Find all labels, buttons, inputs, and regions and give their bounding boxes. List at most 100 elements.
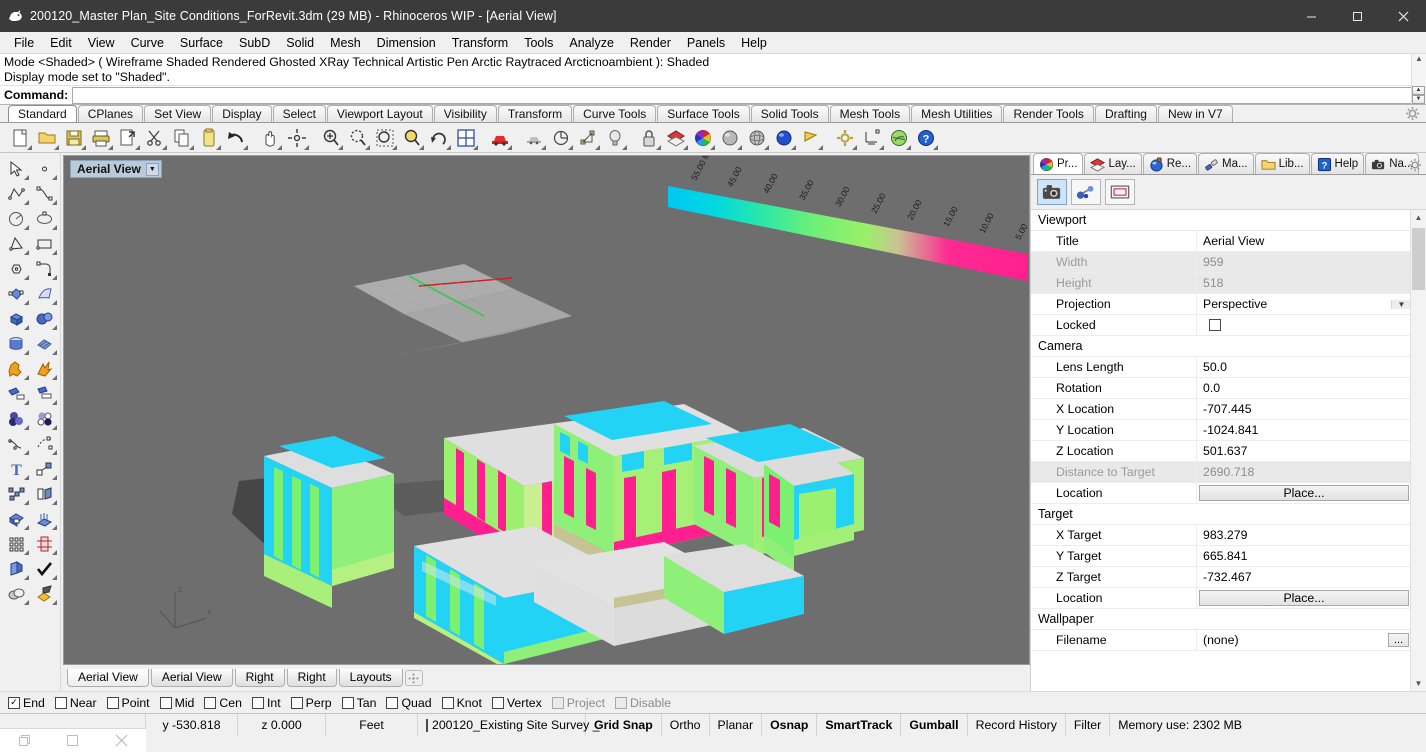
property-value[interactable]: 50.0: [1197, 357, 1411, 377]
options-gear-icon[interactable]: [831, 125, 858, 151]
extrude-icon[interactable]: [30, 481, 58, 506]
menu-item-render[interactable]: Render: [622, 34, 679, 52]
pan-icon[interactable]: [256, 125, 283, 151]
menu-item-transform[interactable]: Transform: [444, 34, 517, 52]
maximize-button[interactable]: [1334, 0, 1380, 32]
panel-tab-help[interactable]: ?Help: [1311, 153, 1365, 174]
boolean-union-icon[interactable]: [2, 356, 30, 381]
osnap-vertex[interactable]: Vertex: [492, 696, 542, 710]
polyline-icon[interactable]: [2, 181, 30, 206]
toolbar-tab-mesh-tools[interactable]: Mesh Tools: [830, 105, 910, 122]
menu-item-panels[interactable]: Panels: [679, 34, 733, 52]
properties-scroll-up-icon[interactable]: ▲: [1412, 210, 1425, 225]
status-units[interactable]: Feet: [326, 714, 418, 736]
osnap-quad[interactable]: Quad: [386, 696, 431, 710]
panel-tab-layers[interactable]: Lay...: [1084, 153, 1141, 174]
fillet-curve-icon[interactable]: [30, 256, 58, 281]
viewport-tab-right-2[interactable]: Right: [235, 669, 285, 687]
toolbar-tab-display[interactable]: Display: [212, 105, 271, 122]
undo-icon[interactable]: [222, 125, 249, 151]
browse-file-button[interactable]: ...: [1388, 633, 1409, 647]
cylinder-icon[interactable]: [2, 331, 30, 356]
polygon-triangle-icon[interactable]: [2, 231, 30, 256]
copy-icon[interactable]: [168, 125, 195, 151]
export-icon[interactable]: [114, 125, 141, 151]
menu-item-help[interactable]: Help: [733, 34, 775, 52]
mesh-plane-icon[interactable]: [30, 331, 58, 356]
cap-icon[interactable]: [2, 506, 30, 531]
menu-item-surface[interactable]: Surface: [172, 34, 231, 52]
viewport-tab-aerial-view-0[interactable]: Aerial View: [67, 669, 149, 687]
osnap-perp[interactable]: Perp: [291, 696, 332, 710]
menu-item-dimension[interactable]: Dimension: [369, 34, 444, 52]
menu-item-view[interactable]: View: [80, 34, 123, 52]
status-toggle-osnap[interactable]: Osnap: [762, 714, 817, 736]
property-value[interactable]: 959: [1197, 252, 1411, 272]
property-value[interactable]: -707.445: [1197, 399, 1411, 419]
osnap-cen[interactable]: Cen: [204, 696, 242, 710]
viewport-properties-button[interactable]: [1105, 179, 1135, 205]
trim-icon[interactable]: [2, 381, 30, 406]
osnap-near[interactable]: Near: [55, 696, 97, 710]
extrude-surface-icon[interactable]: [30, 506, 58, 531]
place-button[interactable]: Place...: [1199, 485, 1409, 501]
control-point-curve-icon[interactable]: [30, 181, 58, 206]
property-value[interactable]: 518: [1197, 273, 1411, 293]
restore-icon[interactable]: [18, 734, 31, 747]
shaded-sphere-icon[interactable]: [716, 125, 743, 151]
blend-curve-icon[interactable]: [30, 431, 58, 456]
save-file-icon[interactable]: [60, 125, 87, 151]
locked-checkbox[interactable]: [1209, 319, 1221, 331]
help-icon[interactable]: ?: [912, 125, 939, 151]
rendered-sphere-icon[interactable]: [743, 125, 770, 151]
status-toggle-gumball[interactable]: Gumball: [901, 714, 967, 736]
object-properties-button[interactable]: [1071, 179, 1101, 205]
offset-curve-icon[interactable]: [2, 431, 30, 456]
toolbar-tab-surface-tools[interactable]: Surface Tools: [657, 105, 750, 122]
checkbox[interactable]: [442, 697, 454, 709]
check-icon[interactable]: [30, 556, 58, 581]
zoom-in-icon[interactable]: [317, 125, 344, 151]
light-icon[interactable]: [601, 125, 628, 151]
viewport-layout-icon[interactable]: [452, 125, 479, 151]
cplane-origin-icon[interactable]: [574, 125, 601, 151]
explode-icon[interactable]: [30, 356, 58, 381]
ellipse-icon[interactable]: [30, 206, 58, 231]
surface-sweep-icon[interactable]: [30, 281, 58, 306]
chevron-down-icon[interactable]: ▼: [146, 163, 159, 176]
boolean-split-icon[interactable]: [2, 581, 30, 606]
menu-item-file[interactable]: File: [6, 34, 42, 52]
dimension-icon[interactable]: [858, 125, 885, 151]
close-icon[interactable]: [114, 733, 129, 748]
viewport-tab-layouts-4[interactable]: Layouts: [339, 669, 403, 687]
status-toggle-record-history[interactable]: Record History: [968, 714, 1066, 736]
checkbox[interactable]: [386, 697, 398, 709]
layer-color-swatch[interactable]: [426, 719, 428, 732]
status-toggle-smarttrack[interactable]: SmartTrack: [817, 714, 901, 736]
command-spin-up[interactable]: ▲: [1412, 86, 1425, 95]
camera-properties-button[interactable]: [1037, 179, 1067, 205]
toolbar-tab-solid-tools[interactable]: Solid Tools: [751, 105, 829, 122]
viewport-title-button[interactable]: Aerial View ▼: [70, 160, 162, 178]
menu-item-mesh[interactable]: Mesh: [322, 34, 369, 52]
osnap-end[interactable]: ✓End: [8, 696, 45, 710]
toolbar-tab-set-view[interactable]: Set View: [144, 105, 211, 122]
aerial-view-viewport[interactable]: Aerial View ▼: [63, 155, 1030, 665]
checkbox[interactable]: [492, 697, 504, 709]
toolbar-tab-viewport-layout[interactable]: Viewport Layout: [327, 105, 433, 122]
panel-tab-materials[interactable]: Ma...: [1198, 153, 1254, 174]
property-value[interactable]: -1024.841: [1197, 420, 1411, 440]
properties-scroll-down-icon[interactable]: ▼: [1412, 676, 1425, 691]
boolean-difference-icon[interactable]: [30, 406, 58, 431]
panel-tab-properties[interactable]: Pr...: [1033, 153, 1083, 174]
place-button[interactable]: Place...: [1199, 590, 1409, 606]
box-icon[interactable]: [2, 306, 30, 331]
command-input[interactable]: [72, 87, 1426, 104]
flag-icon[interactable]: [797, 125, 824, 151]
osnap-tan[interactable]: Tan: [342, 696, 377, 710]
toolbar-tab-transform[interactable]: Transform: [498, 105, 572, 122]
menu-item-tools[interactable]: Tools: [516, 34, 561, 52]
boolean-circles-icon[interactable]: [2, 406, 30, 431]
property-value[interactable]: 983.279: [1197, 525, 1411, 545]
hexagon-icon[interactable]: [2, 256, 30, 281]
